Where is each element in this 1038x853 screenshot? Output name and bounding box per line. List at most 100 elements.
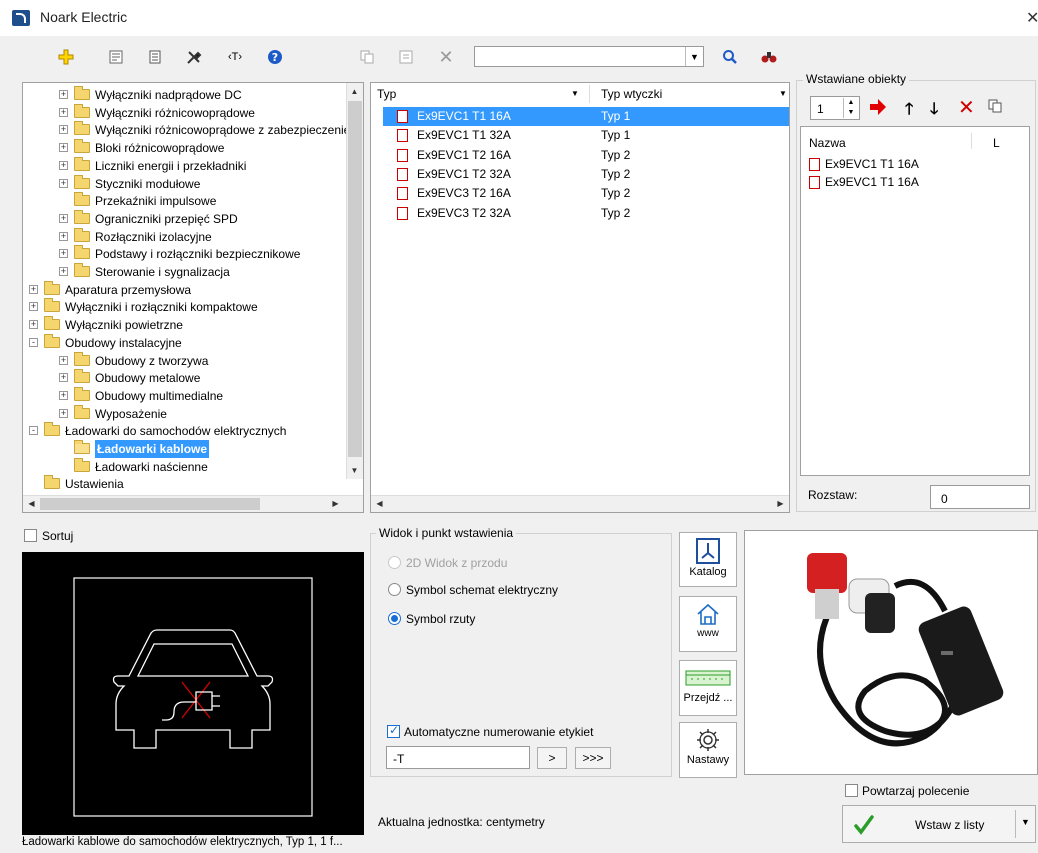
catalog-label: Katalog xyxy=(689,566,727,578)
column-divider xyxy=(971,133,972,149)
expand-icon[interactable]: + xyxy=(59,249,68,259)
scroll-right-icon[interactable]: ▶ xyxy=(328,496,343,511)
copy-icon[interactable] xyxy=(356,46,378,68)
tree-item-label: Ograniczniki przepięć SPD xyxy=(95,211,238,226)
scroll-thumb[interactable] xyxy=(40,498,260,510)
add-icon[interactable] xyxy=(55,46,77,68)
expand-icon[interactable]: + xyxy=(59,90,68,99)
table-row[interactable]: Ex9EVC1 T2 16A Typ 2 xyxy=(383,146,789,165)
insert-button[interactable]: Wstaw z listy ▼ xyxy=(842,805,1036,843)
expand-icon[interactable]: + xyxy=(29,284,38,294)
expand-icon[interactable]: + xyxy=(59,355,68,365)
copy-icon[interactable] xyxy=(988,99,1003,117)
auto-number-checkbox[interactable] xyxy=(387,723,400,738)
category-tree[interactable]: + Wyłączniki nadprądowe DC + Wyłączniki róż… xyxy=(22,82,364,513)
scroll-up-icon[interactable]: ▲ xyxy=(347,84,362,99)
symbol-preview xyxy=(22,552,364,835)
expand-icon[interactable]: + xyxy=(59,125,68,135)
column-header-plug[interactable]: Typ wtyczki xyxy=(601,83,662,105)
move-up-icon[interactable]: 🡑 xyxy=(905,98,913,125)
column-header-l[interactable]: L xyxy=(993,136,1000,150)
expand-icon[interactable]: + xyxy=(59,213,68,223)
list-icon[interactable] xyxy=(144,46,166,68)
close-icon[interactable]: ✕ xyxy=(1026,8,1038,28)
scroll-right-icon[interactable]: ▶ xyxy=(773,496,788,511)
find-icon[interactable] xyxy=(758,46,780,68)
tree-horizontal-scrollbar[interactable]: ◀ ▶ xyxy=(23,495,363,512)
radio-schematic[interactable] xyxy=(388,583,401,596)
help-icon[interactable]: ? xyxy=(264,46,286,68)
collapse-icon[interactable]: - xyxy=(29,337,38,347)
folder-icon xyxy=(74,103,90,118)
tools-icon[interactable] xyxy=(183,46,205,68)
goto-button[interactable]: Przejdź ... xyxy=(679,660,737,716)
scroll-left-icon[interactable]: ◀ xyxy=(24,496,39,511)
move-down-icon[interactable]: 🡓 xyxy=(930,98,938,125)
settings-label: Nastawy xyxy=(686,754,730,766)
folder-icon xyxy=(74,121,90,136)
tree-item-label: Wyłączniki różnicowoprądowe z zabezpiecz… xyxy=(95,123,351,138)
repeat-checkbox[interactable] xyxy=(845,784,858,797)
product-icon xyxy=(809,176,820,189)
split-divider xyxy=(1015,810,1016,838)
delete-icon[interactable]: ✕ xyxy=(435,46,457,68)
table-row[interactable]: Ex9EVC1 T1 32A Typ 1 xyxy=(383,126,789,145)
search-input[interactable]: ▼ xyxy=(474,46,704,67)
expand-icon[interactable]: + xyxy=(59,267,68,276)
chevron-down-icon[interactable]: ▼ xyxy=(1021,817,1030,827)
add-to-list-arrow-icon[interactable] xyxy=(868,97,888,117)
expand-icon[interactable]: + xyxy=(59,107,68,117)
folder-icon xyxy=(74,404,90,419)
properties-icon[interactable] xyxy=(105,46,127,68)
chevron-down-icon[interactable]: ▼ xyxy=(685,47,703,66)
column-header-type[interactable]: Typ xyxy=(377,83,396,105)
folder-icon xyxy=(44,422,60,437)
stepper-arrows-icon[interactable]: ▲ ▼ xyxy=(843,98,858,118)
scroll-down-icon[interactable]: ▼ xyxy=(347,463,362,478)
products-horizontal-scrollbar[interactable]: ◀ ▶ xyxy=(371,495,789,512)
table-row[interactable]: Ex9EVC3 T2 32A Typ 2 xyxy=(383,204,789,223)
next-all-button[interactable]: >>> xyxy=(575,747,611,769)
chevron-down-icon[interactable]: ▼ xyxy=(779,89,787,98)
table-row[interactable]: Ex9EVC3 T2 16A Typ 2 xyxy=(383,184,789,203)
expand-icon[interactable]: + xyxy=(59,143,68,153)
search-icon[interactable] xyxy=(719,46,741,68)
remove-icon[interactable]: ✕ xyxy=(958,95,975,120)
sort-label: Sortuj xyxy=(42,529,74,543)
collapse-icon[interactable]: - xyxy=(29,426,38,436)
table-row[interactable]: Ex9EVC1 T2 32A Typ 2 xyxy=(383,165,789,184)
next-button[interactable]: > xyxy=(537,747,567,769)
product-name: Ex9EVC1 T1 32A xyxy=(417,128,511,143)
tree-vertical-scrollbar[interactable]: ▲ ▼ xyxy=(346,83,363,479)
product-list[interactable]: Typ ▼ Typ wtyczki ▼ Ex9EVC1 T1 16A Typ 1E… xyxy=(370,82,790,513)
expand-icon[interactable]: + xyxy=(59,390,68,400)
inserted-objects-list[interactable]: Nazwa L Ex9EVC1 T1 16A Ex9EVC1 T1 16A xyxy=(800,126,1030,476)
expand-icon[interactable]: + xyxy=(59,373,68,383)
chevron-down-icon[interactable]: ▼ xyxy=(571,89,579,98)
tree-item-label: Bloki różnicowoprądowe xyxy=(95,141,225,156)
catalog-button[interactable]: Katalog xyxy=(679,532,737,587)
expand-icon[interactable]: + xyxy=(29,302,38,312)
radio-plan[interactable] xyxy=(388,612,401,625)
folder-icon xyxy=(74,263,90,277)
expand-icon[interactable]: + xyxy=(59,160,68,170)
tag-icon[interactable]: ‹T› xyxy=(224,46,246,68)
expand-icon[interactable]: + xyxy=(59,231,68,241)
settings-button[interactable]: Nastawy xyxy=(679,722,737,778)
edit-icon[interactable] xyxy=(395,46,417,68)
expand-icon[interactable]: + xyxy=(59,408,68,418)
expand-icon[interactable]: + xyxy=(59,178,68,188)
product-plug-type: Typ 1 xyxy=(601,128,631,143)
scroll-left-icon[interactable]: ◀ xyxy=(372,496,387,511)
table-row[interactable]: Ex9EVC1 T1 16A Typ 1 xyxy=(383,107,789,126)
www-button[interactable]: www xyxy=(679,596,737,652)
radio-front-view[interactable] xyxy=(388,556,401,569)
sort-checkbox[interactable] xyxy=(24,529,37,542)
column-header-name[interactable]: Nazwa xyxy=(809,136,846,150)
list-item-label: Ex9EVC1 T1 16A xyxy=(825,157,919,171)
spacing-input[interactable]: 0 xyxy=(930,485,1030,509)
quantity-stepper[interactable]: 1 ▲ ▼ xyxy=(810,96,860,120)
tag-input[interactable]: -T xyxy=(386,746,530,769)
expand-icon[interactable]: + xyxy=(29,320,38,330)
scroll-thumb[interactable] xyxy=(348,101,362,457)
